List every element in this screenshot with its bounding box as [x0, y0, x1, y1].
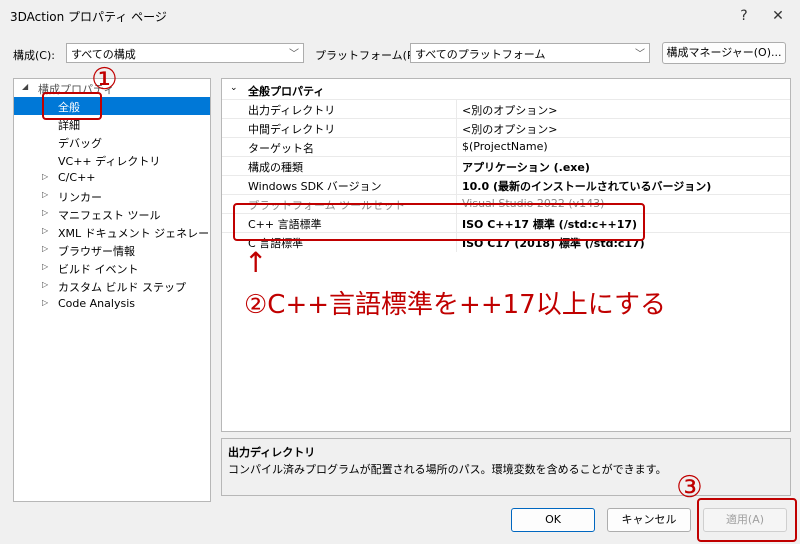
tree-item-label: C/C++	[58, 171, 96, 184]
tree-item-label: マニフェスト ツール	[58, 209, 161, 222]
tree-item-debug[interactable]: デバッグ	[14, 133, 210, 151]
annotation-arrow: ↑	[244, 246, 268, 279]
tree-item-build-events[interactable]: ▷ ビルド イベント	[14, 259, 210, 277]
tree-item-label: カスタム ビルド ステップ	[58, 281, 186, 294]
expand-icon[interactable]: ▷	[42, 208, 48, 217]
description-panel: 出力ディレクトリ コンパイル済みプログラムが配置される場所のパス。環境変数を含め…	[221, 438, 791, 496]
grid-row-configuration-type[interactable]: 構成の種類 アプリケーション (.exe)	[222, 156, 790, 176]
property-name: Windows SDK バージョン	[248, 180, 382, 193]
expand-icon[interactable]: ▷	[42, 244, 48, 253]
tree-item-label: Code Analysis	[58, 297, 135, 310]
tree-item-label: リンカー	[58, 191, 102, 204]
column-divider	[456, 176, 457, 195]
ok-button[interactable]: OK	[511, 508, 595, 532]
property-tree: ◢ 構成プロパティ 全般 詳細 デバッグ VC++ ディレクトリ ▷ C/C++…	[13, 78, 211, 502]
tree-item-label: ブラウザー情報	[58, 245, 135, 258]
chevron-down-icon[interactable]: ⌄	[230, 83, 238, 93]
column-divider	[456, 157, 457, 176]
tree-item-label: デバッグ	[58, 137, 102, 150]
tree-item-vc-directories[interactable]: VC++ ディレクトリ	[14, 151, 210, 169]
property-name: 構成の種類	[248, 161, 303, 174]
column-divider	[456, 119, 457, 138]
column-divider	[456, 100, 457, 119]
grid-row-intermediate-dir[interactable]: 中間ディレクトリ <別のオプション>	[222, 118, 790, 138]
tree-item-label: VC++ ディレクトリ	[58, 155, 161, 168]
platform-value: すべてのプラットフォーム	[415, 48, 546, 61]
property-name: 出力ディレクトリ	[248, 104, 336, 117]
grid-row-windows-sdk[interactable]: Windows SDK バージョン 10.0 (最新のインストールされているバー…	[222, 175, 790, 195]
cancel-button[interactable]: キャンセル	[607, 508, 691, 532]
expand-icon[interactable]: ▷	[42, 298, 48, 307]
config-combo[interactable]: すべての構成 ﹀	[66, 43, 304, 63]
expand-icon[interactable]: ▷	[42, 226, 48, 235]
platform-label: プラットフォーム(P):	[315, 49, 422, 62]
tree-item-cpp[interactable]: ▷ C/C++	[14, 169, 210, 187]
expand-icon[interactable]: ▷	[42, 280, 48, 289]
property-name: ターゲット名	[248, 142, 314, 155]
grid-row-output-dir[interactable]: 出力ディレクトリ <別のオプション>	[222, 99, 790, 119]
annotation-mark-3: ③	[676, 470, 703, 505]
collapse-icon: ◢	[22, 82, 29, 91]
expand-icon[interactable]: ▷	[42, 262, 48, 271]
expand-icon[interactable]: ▷	[42, 172, 48, 181]
property-value: 10.0 (最新のインストールされているバージョン)	[462, 180, 712, 193]
grid-category-label: 全般プロパティ	[248, 85, 325, 98]
annotation-instruction: ②C++言語標準を++17以上にする	[244, 290, 666, 320]
grid-row-target-name[interactable]: ターゲット名 $(ProjectName)	[222, 137, 790, 157]
chevron-down-icon: ﹀	[289, 49, 299, 60]
configuration-row: 構成(C): すべての構成 ﹀ プラットフォーム(P): すべてのプラットフォー…	[0, 40, 800, 68]
property-name: 中間ディレクトリ	[248, 123, 336, 136]
description-text: コンパイル済みプログラムが配置される場所のパス。環境変数を含めることができます。	[228, 463, 667, 476]
description-title: 出力ディレクトリ	[228, 446, 316, 459]
config-value: すべての構成	[71, 48, 136, 61]
platform-combo[interactable]: すべてのプラットフォーム ﹀	[410, 43, 650, 63]
property-value: アプリケーション (.exe)	[462, 161, 590, 174]
window-title: 3DAction プロパティ ページ	[10, 10, 167, 24]
tree-item-browse-info[interactable]: ▷ ブラウザー情報	[14, 241, 210, 259]
tree-item-linker[interactable]: ▷ リンカー	[14, 187, 210, 205]
annotation-box-apply	[697, 498, 797, 542]
annotation-box-cpp-standard	[233, 203, 645, 241]
tree-item-code-analysis[interactable]: ▷ Code Analysis	[14, 295, 210, 313]
help-button[interactable]: ?	[730, 4, 758, 28]
tree-item-label: ビルド イベント	[58, 263, 139, 276]
property-grid: ⌄ 全般プロパティ 出力ディレクトリ <別のオプション> 中間ディレクトリ <別…	[221, 78, 791, 432]
expand-icon[interactable]: ▷	[42, 190, 48, 199]
config-label: 構成(C):	[13, 49, 55, 62]
config-manager-button[interactable]: 構成マネージャー(O)...	[662, 42, 786, 64]
property-value: <別のオプション>	[462, 104, 558, 117]
property-value: $(ProjectName)	[462, 140, 548, 153]
column-divider	[456, 138, 457, 157]
tree-item-custom-build-step[interactable]: ▷ カスタム ビルド ステップ	[14, 277, 210, 295]
grid-category[interactable]: ⌄ 全般プロパティ	[222, 81, 790, 99]
close-button[interactable]: ✕	[764, 4, 792, 28]
tree-item-label: XML ドキュメント ジェネレーター	[58, 227, 210, 240]
property-value: <別のオプション>	[462, 123, 558, 136]
title-bar: 3DAction プロパティ ページ ? ✕	[0, 0, 800, 32]
tree-item-xml-doc-generator[interactable]: ▷ XML ドキュメント ジェネレーター	[14, 223, 210, 241]
chevron-down-icon: ﹀	[635, 49, 645, 60]
annotation-mark-1: ①	[91, 62, 118, 97]
tree-item-manifest-tool[interactable]: ▷ マニフェスト ツール	[14, 205, 210, 223]
